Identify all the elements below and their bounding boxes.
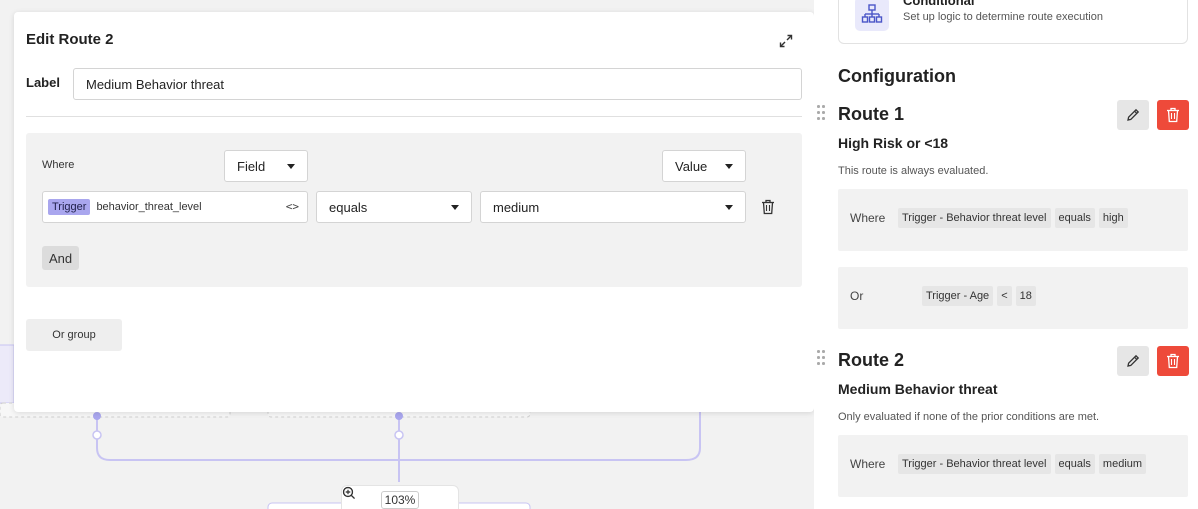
or-group-button[interactable]: Or group	[26, 319, 122, 351]
value-type-label: Value	[675, 158, 708, 174]
operator-value: equals	[329, 199, 368, 215]
condition-keyword: Where	[850, 457, 886, 471]
condition-value: medium	[493, 199, 540, 215]
condition-value-chip: 18	[1015, 286, 1036, 306]
condition-operator-chip: equals	[1054, 454, 1095, 474]
code-icon[interactable]: <>	[286, 200, 299, 213]
condition-value-chip: high	[1098, 208, 1128, 228]
delete-route-2-button[interactable]	[1157, 346, 1189, 376]
field-name: behavior_threat_level	[96, 201, 202, 213]
trash-icon	[1167, 107, 1179, 123]
configuration-heading: Configuration	[838, 66, 956, 86]
condition-operator-chip: <	[997, 286, 1012, 306]
trash-icon[interactable]	[756, 195, 780, 219]
field-type-dropdown[interactable]: Field	[224, 150, 308, 182]
condition-field-chip: Trigger - Behavior threat level	[898, 208, 1051, 228]
and-button[interactable]: And	[42, 246, 80, 270]
drag-handle-icon[interactable]	[817, 105, 827, 121]
zoom-out-icon[interactable]	[342, 486, 375, 509]
caret-down-icon	[725, 164, 733, 169]
condition-operator-chip: equals	[1054, 208, 1095, 228]
value-dropdown[interactable]: medium	[480, 191, 746, 223]
expand-icon[interactable]	[776, 31, 796, 51]
edit-route-modal: Edit Route 2 Label Where Field Value Tri…	[14, 12, 814, 412]
route-2-condition-where: Where Trigger - Behavior threat level eq…	[838, 435, 1188, 497]
route-1-condition-where: Where Trigger - Behavior threat level eq…	[838, 189, 1188, 251]
zoom-in-icon[interactable]	[342, 486, 445, 509]
trash-icon	[1167, 353, 1179, 369]
field-type-label: Field	[237, 158, 266, 174]
conditional-title: Conditional	[903, 0, 975, 8]
zoom-level[interactable]: 103%	[380, 491, 420, 509]
route-1-label: High Risk or <18	[838, 135, 949, 151]
modal-title: Edit Route 2	[26, 31, 114, 48]
route-2-title: Route 2	[838, 350, 905, 370]
edit-route-1-button[interactable]	[1117, 100, 1149, 130]
trigger-tag: Trigger	[48, 199, 91, 215]
caret-down-icon	[451, 205, 459, 210]
condition-keyword: Or	[850, 289, 864, 303]
condition-value-chip: medium	[1098, 454, 1147, 474]
route-label-input[interactable]	[73, 68, 802, 100]
delete-route-1-button[interactable]	[1157, 100, 1189, 130]
route-config-panel: Conditional Set up logic to determine ro…	[814, 0, 1198, 509]
route-1-condition-or: Or Trigger - Age < 18	[838, 267, 1188, 329]
condition-field-chip: Trigger - Behavior threat level	[898, 454, 1051, 474]
hierarchy-icon	[855, 0, 889, 31]
connector-handle	[93, 412, 101, 420]
label-field-label: Label	[26, 75, 60, 90]
condition-keyword: Where	[850, 211, 886, 225]
condition-field-chip: Trigger - Age	[922, 286, 994, 306]
flow-node-left	[0, 344, 15, 404]
route-1-note: This route is always evaluated.	[838, 165, 989, 177]
route-2-note: Only evaluated if none of the prior cond…	[838, 411, 1100, 423]
condition-group: Where Field Value Trigger behavior_threa…	[26, 133, 802, 287]
drag-handle-icon[interactable]	[817, 350, 827, 366]
zoom-controls: 103%	[341, 485, 459, 509]
field-selector[interactable]: Trigger behavior_threat_level <>	[42, 191, 308, 223]
conditional-card[interactable]: Conditional Set up logic to determine ro…	[838, 0, 1188, 44]
edit-route-2-button[interactable]	[1117, 346, 1149, 376]
pencil-icon	[1127, 108, 1140, 121]
divider	[26, 116, 802, 117]
route-1-title: Route 1	[838, 104, 905, 124]
where-label: Where	[42, 159, 75, 171]
conditional-description: Set up logic to determine route executio…	[903, 11, 1103, 23]
caret-down-icon	[725, 205, 733, 210]
route-2-label: Medium Behavior threat	[838, 381, 998, 397]
pencil-icon	[1127, 354, 1140, 367]
connector-handle	[395, 412, 403, 420]
operator-dropdown[interactable]: equals	[316, 191, 472, 223]
value-type-dropdown[interactable]: Value	[662, 150, 746, 182]
caret-down-icon	[287, 164, 295, 169]
